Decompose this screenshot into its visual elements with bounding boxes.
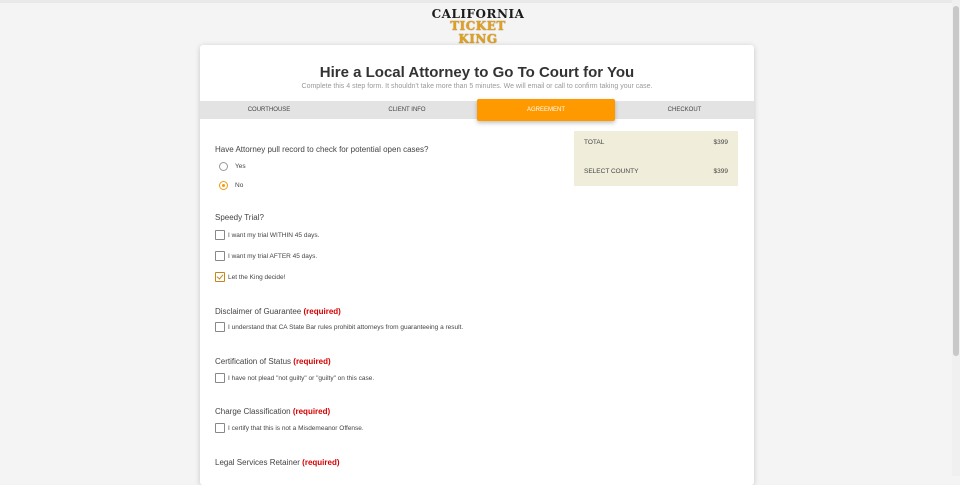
tab-checkout[interactable]: CHECKOUT (615, 101, 754, 119)
logo-line-2: TICKET KING (450, 19, 506, 46)
checkbox-after-45-label: I want my trial AFTER 45 days. (228, 253, 318, 260)
summary-total-label: TOTAL (584, 139, 605, 146)
checkbox-charge-label: I certify that this is not a Misdemeanor… (228, 425, 364, 432)
radio-yes[interactable] (219, 161, 228, 171)
disclaimer-option[interactable]: I understand that CA State Bar rules pro… (215, 322, 463, 333)
required-marker: (required) (303, 307, 341, 316)
retainer-label: Legal Services Retainer (215, 458, 300, 467)
speedy-option-within[interactable]: I want my trial WITHIN 45 days. (215, 230, 319, 241)
tab-agreement[interactable]: AGREEMENT (477, 99, 615, 121)
checkbox-king-decide-label: Let the King decide! (228, 274, 286, 281)
checkbox-disclaimer[interactable] (215, 322, 225, 333)
charge-option[interactable]: I certify that this is not a Misdemeanor… (215, 423, 364, 434)
disclaimer-question: Disclaimer of Guarantee (required) (215, 307, 341, 316)
checkbox-king-decide[interactable] (215, 272, 225, 283)
required-marker: (required) (302, 458, 340, 467)
scrollbar-thumb[interactable] (953, 6, 959, 356)
checkbox-after-45[interactable] (215, 251, 225, 262)
checkbox-within-45-label: I want my trial WITHIN 45 days. (228, 232, 320, 239)
summary-county-amount: $399 (713, 168, 728, 175)
radio-option-yes[interactable]: Yes (215, 161, 246, 172)
checkbox-charge[interactable] (215, 423, 225, 434)
charge-question: Charge Classification (required) (215, 407, 330, 416)
radio-option-no[interactable]: No (215, 180, 243, 191)
checkbox-disclaimer-label: I understand that CA State Bar rules pro… (228, 324, 464, 331)
step-tabs: COURTHOUSE CLIENT INFO AGREEMENT CHECKOU… (200, 99, 754, 121)
speedy-option-after[interactable]: I want my trial AFTER 45 days. (215, 251, 317, 262)
order-summary: TOTAL $399 SELECT COUNTY $399 (574, 131, 738, 186)
checkbox-within-45[interactable] (215, 230, 225, 241)
certification-question: Certification of Status (required) (215, 357, 331, 366)
tab-courthouse[interactable]: COURTHOUSE (200, 101, 338, 119)
checkbox-certification[interactable] (215, 373, 225, 384)
certification-option[interactable]: I have not plead "not guilty" or "guilty… (215, 373, 374, 384)
certification-label: Certification of Status (215, 357, 292, 366)
summary-total-amount: $399 (713, 139, 728, 146)
top-border (0, 0, 960, 3)
radio-yes-label: Yes (235, 163, 246, 170)
pull-record-question: Have Attorney pull record to check for p… (215, 145, 429, 154)
tab-client-info[interactable]: CLIENT INFO (338, 101, 476, 119)
speedy-option-king[interactable]: Let the King decide! (215, 272, 285, 283)
page-title: Hire a Local Attorney to Go To Court for… (319, 64, 635, 81)
required-marker: (required) (292, 407, 331, 416)
radio-no-label: No (235, 182, 244, 189)
disclaimer-label: Disclaimer of Guarantee (215, 307, 302, 316)
radio-no[interactable] (219, 180, 228, 190)
form-card: Hire a Local Attorney to Go To Court for… (200, 45, 754, 485)
site-logo[interactable]: CALIFORNIA TICKET KING California's Best… (430, 8, 526, 51)
checkbox-certification-label: I have not plead "not guilty" or "guilty… (228, 375, 375, 382)
page-scrollbar[interactable] (952, 0, 960, 476)
retainer-question: Legal Services Retainer (required) (215, 458, 340, 467)
summary-row-county: SELECT COUNTY $399 (584, 168, 728, 175)
page-subtitle: Complete this 4 step form. It shouldn't … (301, 83, 653, 90)
charge-label: Charge Classification (215, 407, 291, 416)
summary-county-label: SELECT COUNTY (584, 168, 639, 175)
speedy-trial-question: Speedy Trial? (215, 213, 264, 222)
summary-row-total: TOTAL $399 (584, 139, 728, 146)
required-marker: (required) (293, 357, 331, 366)
